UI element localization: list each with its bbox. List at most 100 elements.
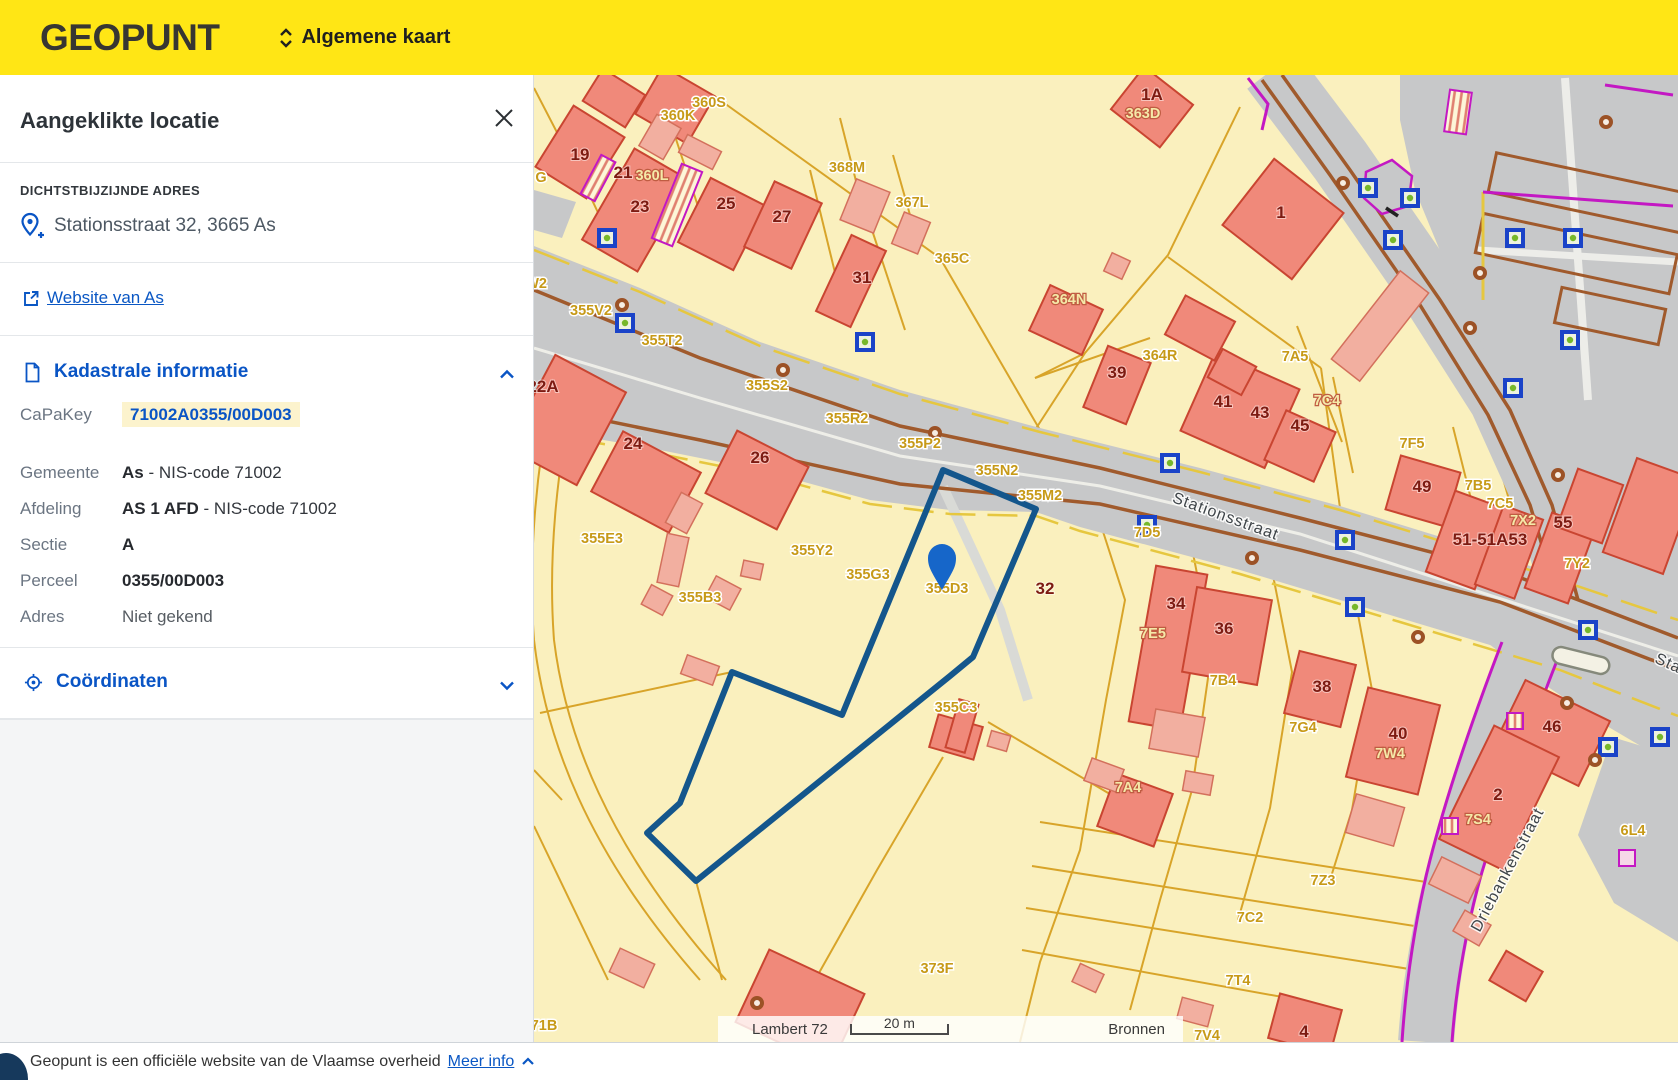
parcel-label: 7S4 (1465, 812, 1491, 828)
parcel-label: 7F5 (1400, 436, 1425, 452)
cadastral-section-header[interactable]: Kadastrale informatie (24, 361, 248, 383)
parcel-label: 7B5 (1465, 478, 1492, 494)
coordinates-section-title: Coördinaten (56, 671, 168, 693)
house-number: 40 (1389, 724, 1408, 743)
app-header: GEOPUNT Algemene kaart (0, 0, 1678, 75)
scalebar-distance: 20 m (852, 1015, 947, 1031)
parcel-label: 368M (829, 160, 865, 176)
chevron-up-icon[interactable] (497, 365, 517, 385)
parcel-label: 355D3 (926, 581, 969, 597)
house-number: 23 (631, 197, 650, 216)
house-number: 19 (571, 145, 590, 164)
parcel-label: 7A4 (1115, 780, 1142, 796)
house-number: 25 (717, 194, 736, 213)
house-number: 41 (1214, 392, 1233, 411)
parcel-label: 7G4 (1289, 720, 1316, 736)
parcel-label: 355M2 (1018, 488, 1062, 504)
cadastral-field-row: CaPaKey 71002A0355/00D003 (20, 405, 514, 429)
parcel-label: 7Z3 (1311, 873, 1336, 889)
field-label: Gemeente (20, 463, 99, 483)
house-number: 26 (751, 448, 770, 467)
house-number: 36 (1215, 619, 1234, 638)
parcel-label: 355G3 (846, 567, 890, 583)
nearest-address-value: Stationsstraat 32, 3665 As (54, 215, 276, 237)
field-value[interactable]: 71002A0355/00D003 (122, 405, 300, 425)
house-number: 39 (1108, 363, 1127, 382)
cadastral-field-row: Sectie A (20, 535, 514, 559)
parcel-label: 364R (1143, 348, 1178, 364)
chevron-up-icon[interactable] (520, 1054, 536, 1070)
parcel-label: 6L4 (1621, 823, 1646, 839)
field-label: Adres (20, 607, 64, 627)
house-number: 49 (1413, 477, 1432, 496)
map-selector-label: Algemene kaart (301, 26, 450, 49)
website-link[interactable]: Website van As (47, 288, 164, 308)
field-value: A (122, 535, 134, 555)
nearest-address-row: Stationsstraat 32, 3665 As (20, 211, 276, 241)
house-number: 1A (1141, 85, 1163, 104)
parcel-label: 364N (1052, 292, 1087, 308)
parcel-label: 355V2 (570, 303, 612, 319)
cadastral-section-title: Kadastrale informatie (54, 361, 248, 383)
footer-more-info-link[interactable]: Meer info (448, 1053, 515, 1071)
parcel-label: 360L (635, 168, 668, 184)
parcel-label: 7T4 (1226, 973, 1251, 989)
parcel-label: 355P2 (899, 436, 941, 452)
house-number: 55 (1554, 513, 1573, 532)
field-value: As - NIS-code 71002 (122, 463, 282, 483)
field-label: Afdeling (20, 499, 81, 519)
parcel-label: G (535, 170, 546, 186)
parcel-label: 7V4 (1194, 1028, 1220, 1042)
map-selector-dropdown[interactable]: Algemene kaart (279, 26, 450, 49)
cadastral-field-row: Gemeente As - NIS-code 71002 (20, 463, 514, 487)
house-number: 4 (1299, 1022, 1309, 1041)
panel-empty-area (0, 719, 533, 1043)
nearest-address-label: DICHTSTBIJZIJNDE ADRES (20, 183, 200, 198)
parcel-label: 367L (895, 195, 928, 211)
info-panel: Aangeklikte locatie DICHTSTBIJZIJNDE ADR… (0, 75, 534, 1042)
document-icon (24, 362, 41, 383)
divider (0, 262, 533, 263)
parcel-label: 355Y2 (791, 543, 833, 559)
divider (0, 335, 533, 336)
swap-vertical-icon (279, 27, 293, 49)
coordinates-section-header[interactable]: Coördinaten (24, 671, 168, 693)
field-label: CaPaKey (20, 405, 92, 425)
house-number: 22A (534, 377, 559, 396)
field-value: 0355/00D003 (122, 571, 224, 591)
field-label: Perceel (20, 571, 78, 591)
parcel-label: 7C2 (1237, 910, 1264, 926)
parcel-label: 355N2 (976, 463, 1019, 479)
sources-label[interactable]: Bronnen (1108, 1021, 1165, 1038)
scalebar-rule: 20 m (850, 1024, 949, 1035)
cadastral-field-row: Adres Niet gekend (20, 607, 514, 631)
parcel-label: 371B (534, 1018, 557, 1034)
house-number: 43 (1251, 403, 1270, 422)
map-canvas[interactable]: G360K360S360L368M367L365C355W2355V2355T2… (534, 75, 1678, 1042)
parcel-label: 355E3 (581, 531, 623, 547)
geopunt-logo: GEOPUNT (40, 17, 219, 59)
parcel-label: 7W4 (1375, 746, 1405, 762)
parcel-label: 355B3 (679, 590, 722, 606)
parcel-label: 360K (661, 108, 696, 124)
chevron-down-icon[interactable] (497, 675, 517, 695)
map-scalebar: Lambert 72 20 m Bronnen (718, 1016, 1183, 1042)
cadastral-field-row: Perceel 0355/00D003 (20, 571, 514, 595)
field-label: Sectie (20, 535, 67, 555)
website-link-row: Website van As (22, 288, 164, 308)
parcel-label: 7C4 (1314, 393, 1341, 409)
parcel-label: 7E5 (1140, 626, 1166, 642)
parcel-label: 355T2 (641, 333, 682, 349)
house-number: 27 (773, 207, 792, 226)
divider (0, 647, 533, 648)
house-number: 46 (1543, 717, 1562, 736)
close-panel-button[interactable] (489, 103, 519, 133)
close-icon (493, 107, 515, 129)
parcel-label: 365C (935, 251, 970, 267)
parcel-label: 7D5 (1134, 525, 1161, 541)
parcel-label: 7X2 (1510, 513, 1536, 529)
house-number: 45 (1291, 416, 1310, 435)
field-value: Niet gekend (122, 607, 213, 627)
field-value: AS 1 AFD - NIS-code 71002 (122, 499, 337, 519)
parcel-label: 355S2 (746, 378, 788, 394)
